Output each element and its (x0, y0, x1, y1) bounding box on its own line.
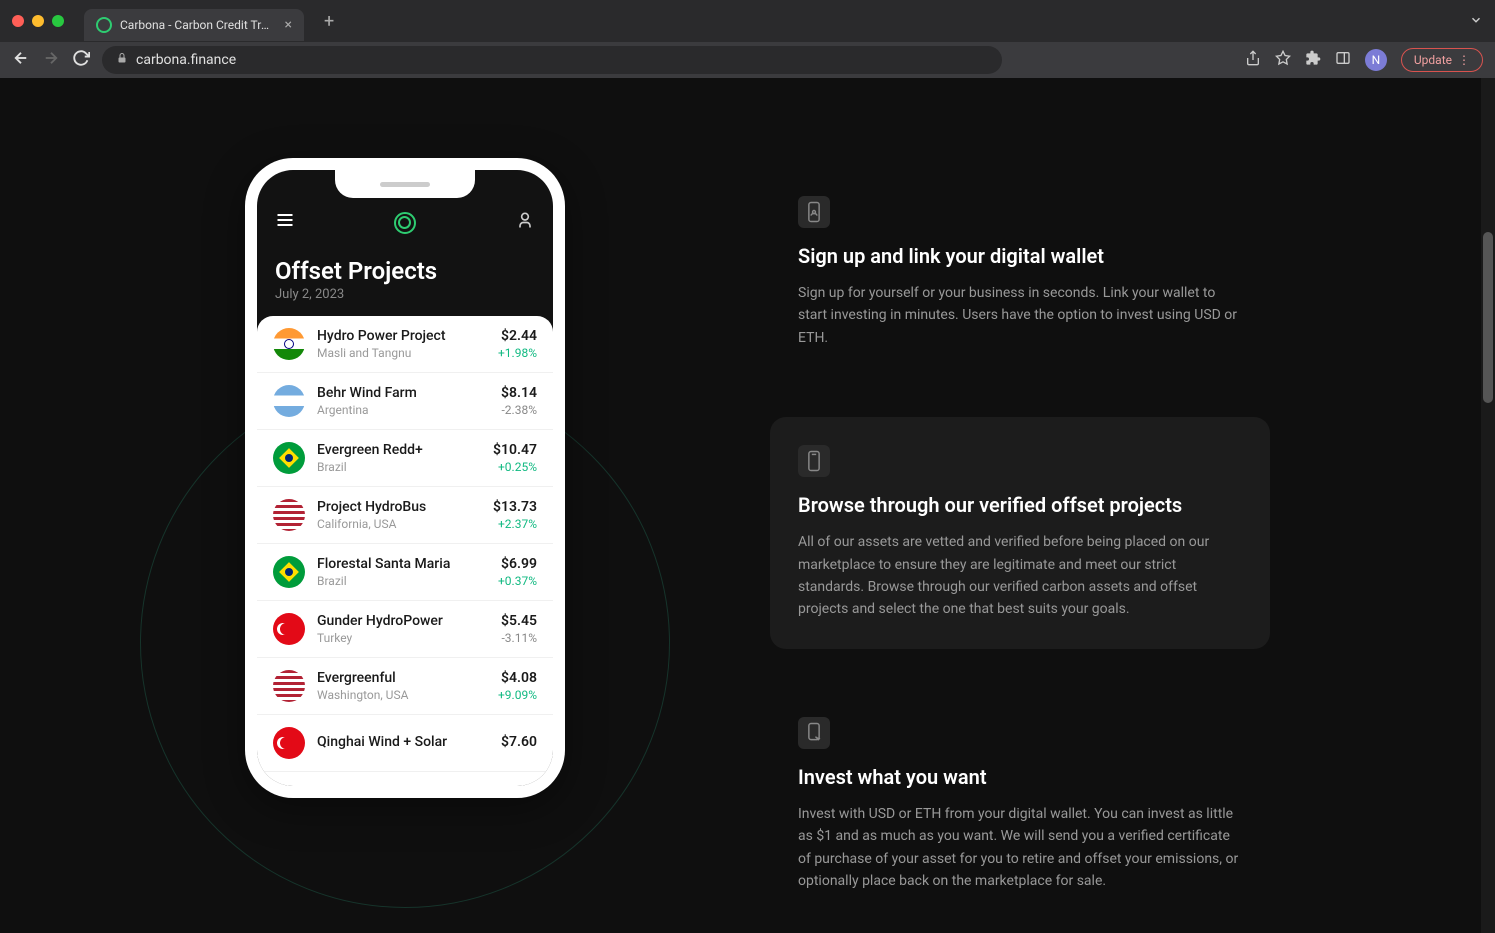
url-text: carbona.finance (136, 52, 236, 68)
country-flag-icon (273, 385, 305, 417)
browser-tab-bar: Carbona - Carbon Credit Tradin × + (0, 0, 1495, 42)
document-icon (798, 445, 830, 477)
profile-avatar[interactable]: N (1365, 49, 1387, 71)
project-row[interactable]: Florestal Santa Maria Brazil $6.99 +0.37… (257, 544, 553, 601)
share-icon[interactable] (1245, 50, 1261, 70)
feature-desc: Sign up for yourself or your business in… (798, 282, 1242, 349)
project-change: +9.09% (498, 688, 537, 702)
features-section: Sign up and link your digital wallet Sig… (650, 158, 1395, 933)
phone-user-icon (798, 196, 830, 228)
project-price: $7.60 (501, 734, 537, 750)
project-name: Evergreen Redd+ (317, 442, 481, 458)
speaker-icon (380, 182, 430, 187)
country-flag-icon (273, 442, 305, 474)
app-logo-icon[interactable] (394, 212, 416, 234)
project-location: Masli and Tangnu (317, 346, 486, 360)
nav-back-icon[interactable] (12, 49, 30, 72)
feature-card[interactable]: Invest what you want Invest with USD or … (770, 689, 1270, 921)
lock-icon (116, 52, 128, 68)
minimize-window-icon[interactable] (32, 15, 44, 27)
update-label: Update (1414, 53, 1452, 67)
tab-title: Carbona - Carbon Credit Tradin (120, 18, 273, 32)
project-price: $5.45 (501, 613, 537, 629)
project-price: $13.73 (493, 499, 537, 515)
project-location: Argentina (317, 403, 489, 417)
close-tab-icon[interactable]: × (285, 17, 292, 33)
side-panel-icon[interactable] (1335, 50, 1351, 70)
phone-tap-icon (798, 717, 830, 749)
browser-tab[interactable]: Carbona - Carbon Credit Tradin × (84, 9, 304, 41)
tab-favicon-icon (96, 17, 112, 33)
projects-list[interactable]: Hydro Power Project Masli and Tangnu $2.… (257, 316, 553, 786)
project-row[interactable]: Gunder HydroPower Turkey $5.45 -3.11% (257, 601, 553, 658)
project-price: $4.08 (498, 670, 537, 686)
user-profile-icon[interactable] (515, 210, 535, 235)
nav-forward-icon[interactable] (42, 49, 60, 72)
new-tab-button[interactable]: + (324, 11, 334, 32)
project-row[interactable]: Project HydroBus California, USA $13.73 … (257, 487, 553, 544)
extensions-icon[interactable] (1305, 50, 1321, 70)
project-change: -3.11% (501, 631, 537, 645)
scrollbar-thumb[interactable] (1483, 232, 1493, 403)
country-flag-icon (273, 727, 305, 759)
project-location: Brazil (317, 574, 486, 588)
project-row[interactable]: Qinghai Wind + Solar $7.60 (257, 715, 553, 772)
tabs-menu-icon[interactable] (1469, 12, 1483, 31)
country-flag-icon (273, 670, 305, 702)
phone-mockup: Offset Projects July 2, 2023 Hydro Power… (245, 158, 565, 798)
feature-title: Invest what you want (798, 765, 1242, 789)
project-change: +2.37% (493, 517, 537, 531)
country-flag-icon (273, 556, 305, 588)
project-location: Turkey (317, 631, 489, 645)
update-button[interactable]: Update ⋮ (1401, 48, 1483, 72)
project-name: Evergreenful (317, 670, 486, 686)
project-name: Gunder HydroPower (317, 613, 489, 629)
project-change: +1.98% (498, 346, 537, 360)
bookmark-star-icon[interactable] (1275, 50, 1291, 70)
phone-notch (335, 170, 475, 198)
feature-card[interactable]: Browse through our verified offset proje… (770, 417, 1270, 649)
project-change: +0.37% (498, 574, 537, 588)
project-price: $6.99 (498, 556, 537, 572)
project-location: Brazil (317, 460, 481, 474)
more-options-icon: ⋮ (1458, 53, 1470, 67)
project-name: Florestal Santa Maria (317, 556, 486, 572)
project-change: -2.38% (501, 403, 537, 417)
project-price: $10.47 (493, 442, 537, 458)
maximize-window-icon[interactable] (52, 15, 64, 27)
country-flag-icon (273, 613, 305, 645)
project-location: California, USA (317, 517, 481, 531)
page-scrollbar[interactable] (1481, 78, 1495, 933)
window-controls (12, 15, 64, 27)
project-row[interactable]: Evergreen Redd+ Brazil $10.47 +0.25% (257, 430, 553, 487)
project-row[interactable]: Evergreenful Washington, USA $4.08 +9.09… (257, 658, 553, 715)
country-flag-icon (273, 499, 305, 531)
feature-desc: Invest with USD or ETH from your digital… (798, 803, 1242, 893)
close-window-icon[interactable] (12, 15, 24, 27)
project-name: Behr Wind Farm (317, 385, 489, 401)
country-flag-icon (273, 328, 305, 360)
url-input[interactable]: carbona.finance (102, 46, 1002, 74)
project-location: Washington, USA (317, 688, 486, 702)
page-content: Offset Projects July 2, 2023 Hydro Power… (0, 78, 1495, 933)
feature-desc: All of our assets are vetted and verifie… (798, 531, 1242, 621)
project-row[interactable]: Behr Wind Farm Argentina $8.14 -2.38% (257, 373, 553, 430)
project-price: $2.44 (498, 328, 537, 344)
feature-card[interactable]: Sign up and link your digital wallet Sig… (770, 168, 1270, 377)
project-price: $8.14 (501, 385, 537, 401)
project-change: +0.25% (493, 460, 537, 474)
reload-icon[interactable] (72, 49, 90, 72)
feature-title: Browse through our verified offset proje… (798, 493, 1242, 517)
project-name: Hydro Power Project (317, 328, 486, 344)
project-row[interactable]: Hydro Power Project Masli and Tangnu $2.… (257, 316, 553, 373)
project-name: Qinghai Wind + Solar (317, 734, 489, 750)
browser-url-bar: carbona.finance N Update ⋮ (0, 42, 1495, 78)
feature-title: Sign up and link your digital wallet (798, 244, 1242, 268)
hamburger-menu-icon[interactable] (275, 210, 295, 235)
phone-page-title: Offset Projects (257, 245, 553, 287)
project-name: Project HydroBus (317, 499, 481, 515)
phone-page-date: July 2, 2023 (257, 287, 553, 316)
